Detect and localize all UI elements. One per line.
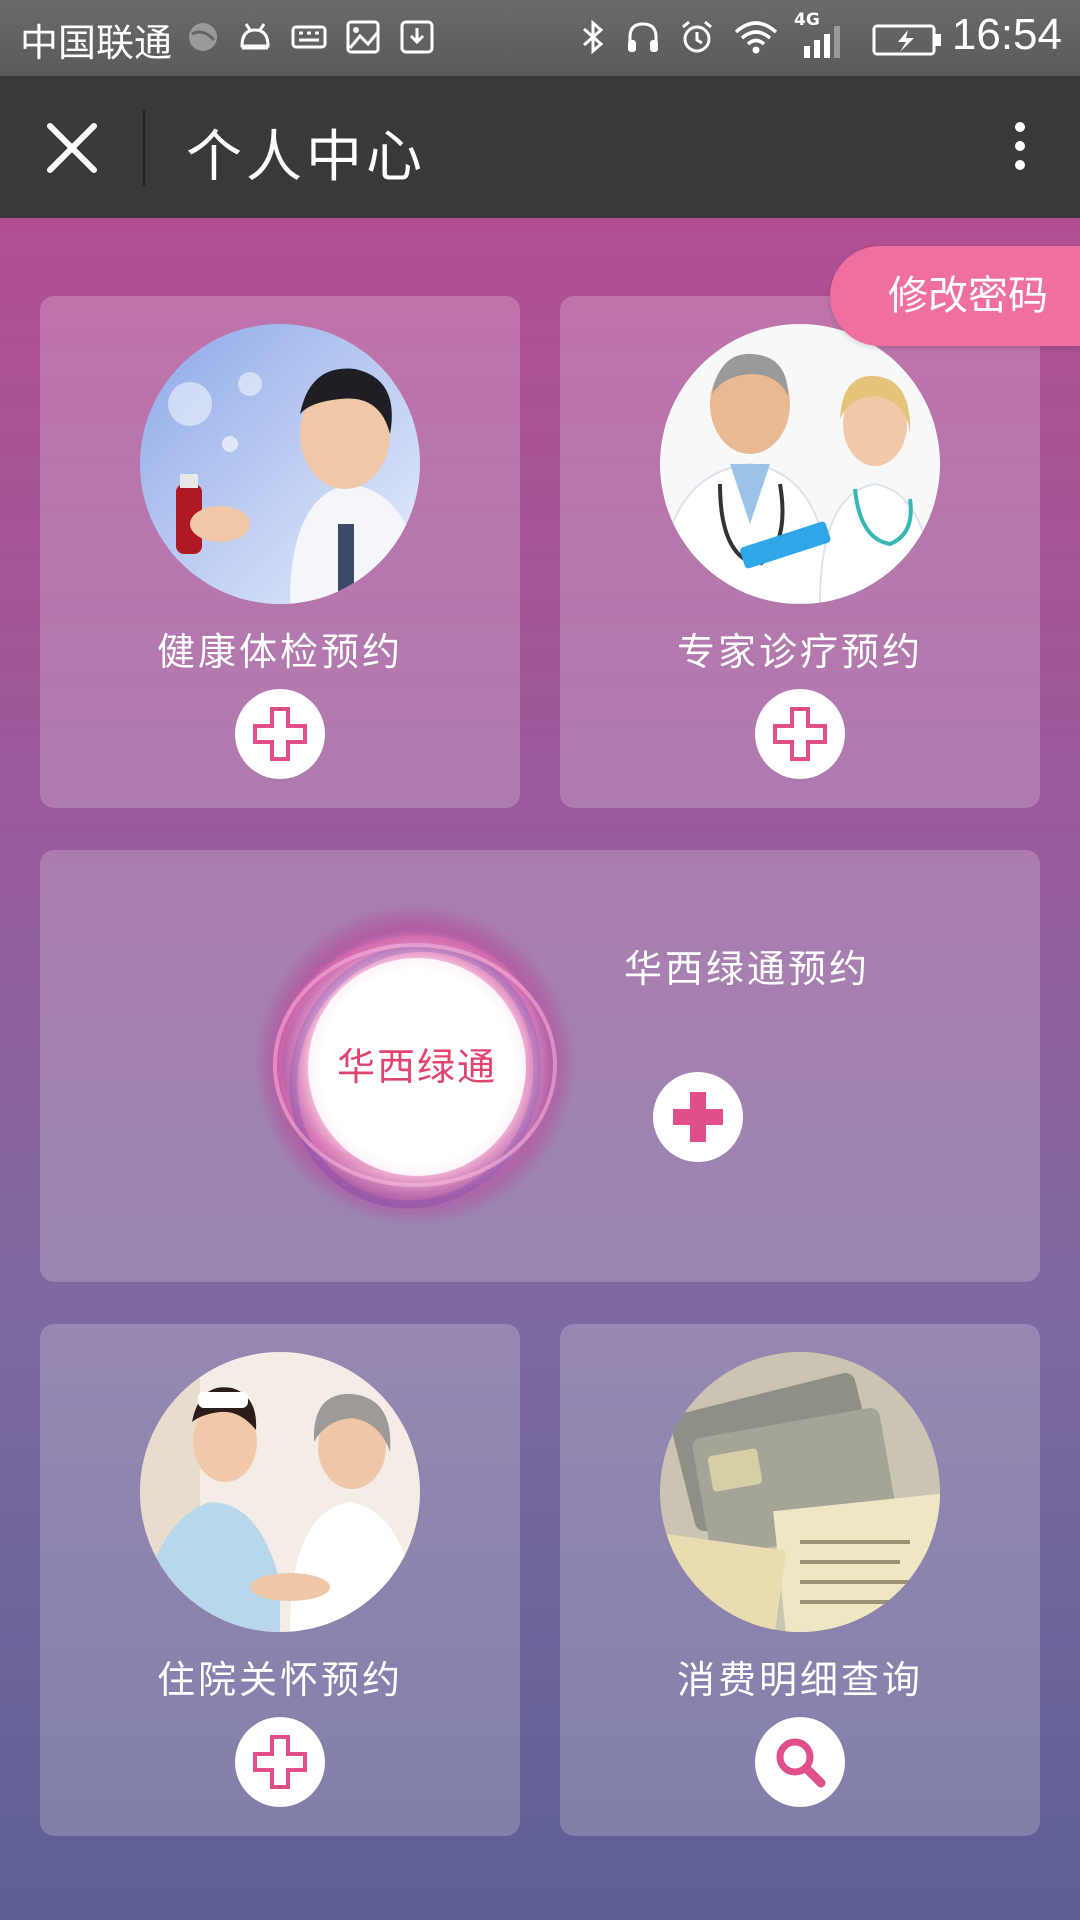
appbar-divider	[143, 110, 145, 186]
globe-icon	[189, 23, 217, 51]
app-bar: 个人中心	[0, 76, 1080, 218]
plus-outline-icon[interactable]	[235, 689, 325, 779]
close-icon[interactable]	[40, 116, 104, 180]
nurse-with-elderly-patient-photo	[140, 1352, 420, 1632]
card-green-channel[interactable]: 华西绿通 华西绿通预约	[40, 850, 1040, 1282]
search-icon[interactable]	[755, 1717, 845, 1807]
battery-charging-icon	[872, 24, 941, 56]
credit-cards-and-receipts-photo	[660, 1352, 940, 1632]
wifi-icon	[734, 21, 778, 54]
more-vertical-icon[interactable]	[1000, 116, 1040, 180]
card-label: 消费明细查询	[676, 1658, 923, 1702]
carrier-name: 中国联通	[20, 21, 173, 65]
page-title: 个人中心	[186, 125, 426, 190]
plus-outline-icon[interactable]	[755, 689, 845, 779]
status-bar: 中国联通 4G 16:54	[0, 0, 1080, 76]
change-password-button[interactable]: 修改密码	[830, 246, 1080, 346]
card-label: 专家诊疗预约	[676, 630, 923, 674]
card-label: 住院关怀预约	[156, 1658, 403, 1702]
image-icon	[346, 20, 380, 54]
keyboard-icon	[291, 25, 327, 49]
plus-solid-icon[interactable]	[653, 1072, 743, 1162]
card-label: 华西绿通预约	[624, 947, 871, 991]
android-icon	[240, 23, 270, 50]
card-expert-consultation[interactable]: 专家诊疗预约	[560, 296, 1040, 808]
clock: 16:54	[951, 10, 1062, 59]
main-content: 健康体检预约 专家诊疗预约 修改密码 华西绿通 华西绿通预约 住院关怀预约 消费…	[0, 218, 1080, 1920]
alarm-icon	[682, 20, 712, 53]
signal-icon	[804, 26, 840, 58]
bluetooth-icon	[583, 19, 604, 55]
headphones-icon	[628, 22, 658, 52]
two-doctors-photo	[660, 324, 940, 604]
plus-outline-icon[interactable]	[235, 1717, 325, 1807]
badge-text: 华西绿通	[336, 1045, 497, 1089]
card-label: 健康体检预约	[156, 630, 403, 674]
card-inpatient-care[interactable]: 住院关怀预约	[40, 1324, 520, 1836]
doctor-with-test-tube-photo	[140, 324, 420, 604]
card-expense-details[interactable]: 消费明细查询	[560, 1324, 1040, 1836]
download-icon	[400, 20, 434, 54]
card-health-checkup[interactable]: 健康体检预约	[40, 296, 520, 808]
